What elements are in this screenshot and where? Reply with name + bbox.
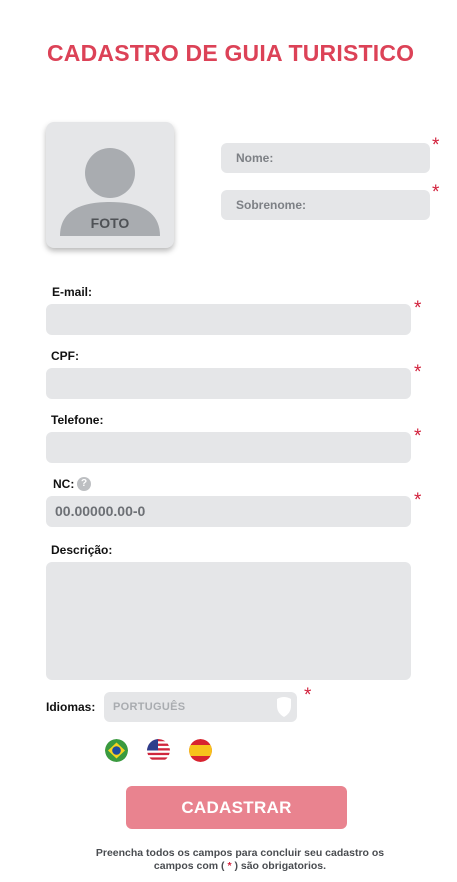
spain-flag-icon[interactable] bbox=[189, 739, 212, 762]
usa-flag-icon[interactable] bbox=[147, 739, 170, 762]
footnote-line-1: Preencha todos os campos para concluir s… bbox=[95, 847, 385, 859]
required-mark: * bbox=[414, 362, 422, 383]
telefone-label: Telefone: bbox=[51, 413, 104, 427]
photo-label: FOTO bbox=[90, 215, 130, 231]
required-mark: * bbox=[304, 685, 312, 706]
nome-input[interactable]: Nome: bbox=[221, 143, 430, 173]
page-title: CADASTRO DE GUIA TURISTICO bbox=[47, 40, 415, 66]
idiomas-label: Idiomas: bbox=[46, 700, 96, 714]
nc-input[interactable]: 00.00000.00-0 bbox=[46, 496, 411, 527]
required-mark: * bbox=[414, 298, 422, 319]
language-select[interactable]: PORTUGUÊS bbox=[104, 692, 297, 722]
required-mark: * bbox=[414, 490, 422, 511]
email-label: E-mail: bbox=[52, 285, 93, 299]
cpf-label: CPF: bbox=[51, 349, 79, 363]
footnote-text: ) são obrigatorios. bbox=[231, 860, 327, 872]
descricao-textarea[interactable] bbox=[46, 562, 411, 680]
question-circle-icon[interactable]: ? bbox=[77, 477, 91, 491]
telefone-input[interactable] bbox=[46, 432, 411, 463]
footnote-line-2: campos com ( * ) são obrigatorios. bbox=[60, 860, 420, 873]
required-mark: * bbox=[432, 182, 440, 203]
footnote-text: campos com ( bbox=[153, 860, 228, 872]
photo-upload[interactable]: FOTO bbox=[46, 122, 174, 248]
required-mark: * bbox=[432, 135, 440, 156]
descricao-label: Descrição: bbox=[51, 543, 113, 557]
brazil-flag-icon[interactable] bbox=[105, 739, 128, 762]
nc-label: NC: bbox=[53, 477, 75, 491]
sobrenome-input[interactable]: Sobrenome: bbox=[221, 190, 430, 220]
required-mark: * bbox=[414, 426, 422, 447]
email-input[interactable] bbox=[46, 304, 411, 335]
language-selected: PORTUGUÊS bbox=[113, 701, 186, 713]
cadastrar-button[interactable]: CADASTRAR bbox=[126, 786, 347, 829]
cpf-input[interactable] bbox=[46, 368, 411, 399]
shield-dropdown-icon bbox=[277, 697, 291, 717]
